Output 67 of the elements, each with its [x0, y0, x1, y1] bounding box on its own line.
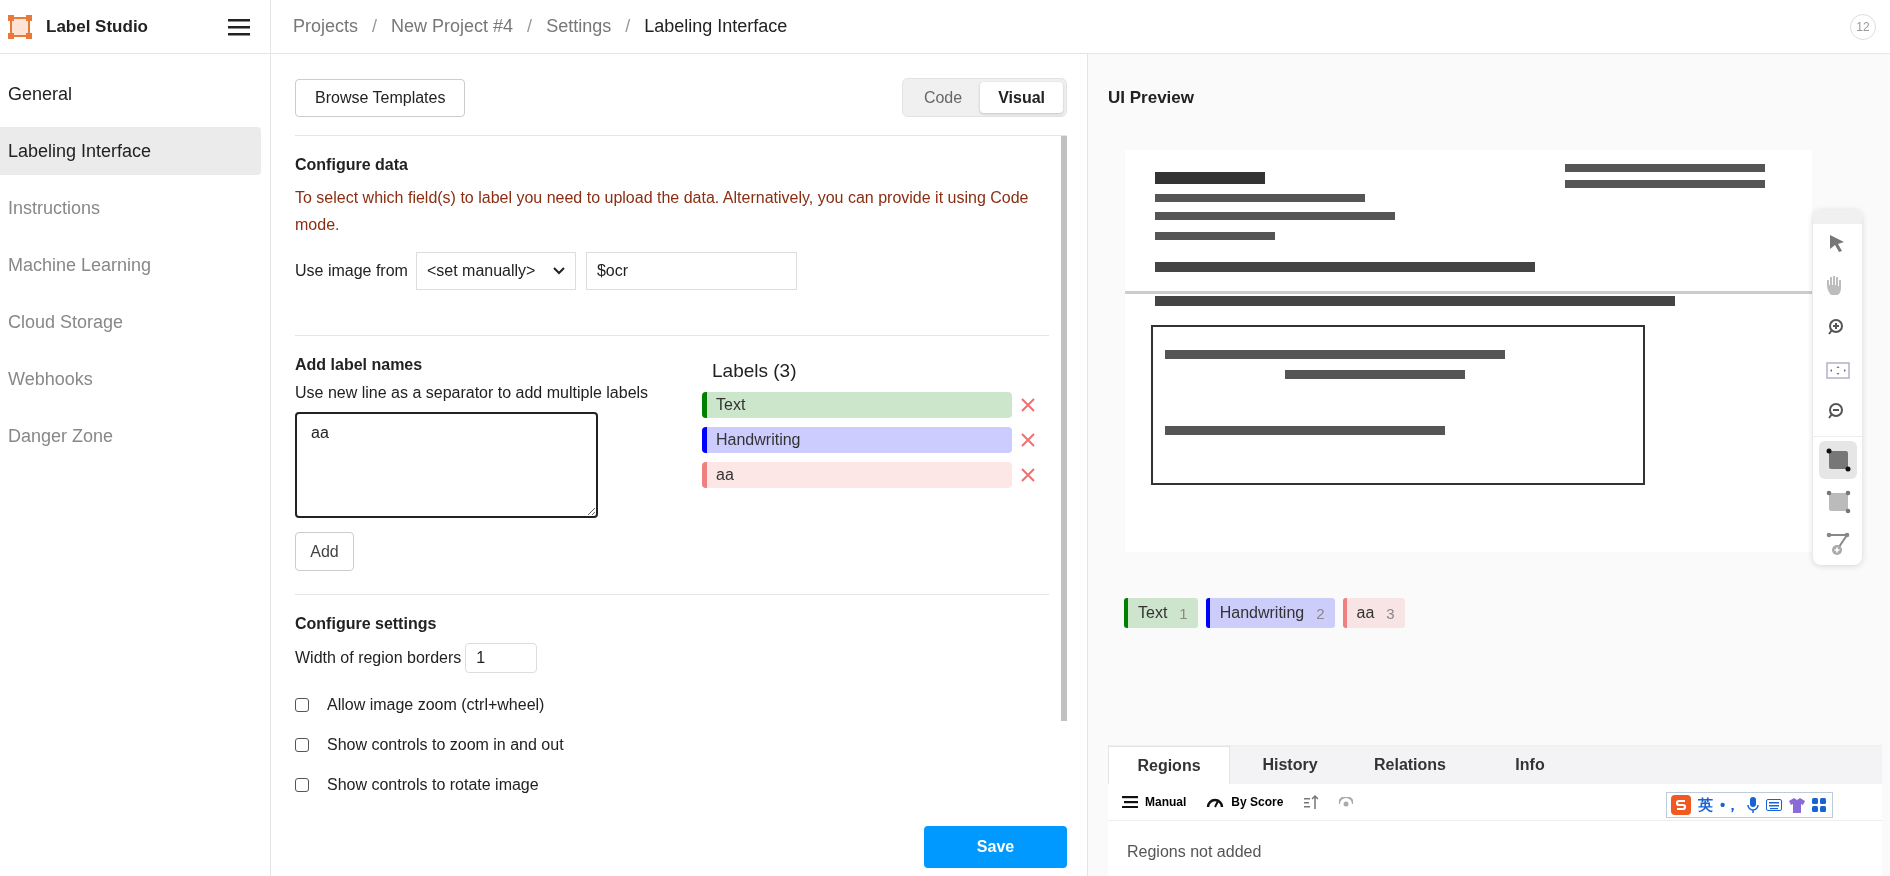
breadcrumb-separator: /	[527, 16, 533, 37]
section-title: Configure data	[295, 156, 409, 174]
input-mode: 英	[1698, 795, 1713, 815]
sidebar-item[interactable]: Labeling Interface	[0, 127, 261, 175]
by-score-button[interactable]: By Score	[1206, 795, 1284, 809]
breadcrumb-link[interactable]: Settings	[546, 16, 612, 37]
rectangle-icon[interactable]	[1818, 441, 1857, 479]
checkbox[interactable]	[295, 698, 309, 712]
checkbox[interactable]	[295, 738, 309, 752]
label-names-field[interactable]: aa	[295, 412, 598, 518]
keyboard-icon	[1766, 799, 1783, 811]
label-chip[interactable]: Text 1	[1124, 598, 1198, 628]
label-chip[interactable]: aa 3	[1342, 598, 1405, 628]
checkbox[interactable]	[295, 778, 309, 792]
hint-text: Use new line as a separator to add multiple labels	[295, 384, 650, 402]
breadcrumb-separator: /	[372, 16, 378, 37]
close-icon[interactable]	[1020, 467, 1036, 483]
section-title: Configure settings	[295, 615, 438, 633]
shirt-icon	[1789, 797, 1806, 813]
section-title: Add label names	[295, 356, 424, 374]
manual-order-button[interactable]: Manual	[1122, 795, 1187, 809]
field-label: Width of region borders	[295, 649, 462, 667]
close-icon[interactable]	[1020, 432, 1036, 448]
list-icon	[1122, 796, 1138, 808]
labels-title: Labels (3)	[712, 360, 798, 382]
mode-tab[interactable]: Code	[905, 82, 981, 113]
punctuation-mode: •，	[1720, 795, 1741, 815]
panel-title: UI Preview	[1108, 88, 1195, 108]
hotkey-number: 1	[1179, 604, 1188, 622]
panel-tab[interactable]: Regions	[1108, 746, 1230, 784]
image-source-select[interactable]: <set manually>	[415, 252, 576, 290]
panel-tab[interactable]: History	[1230, 746, 1350, 784]
microphone-icon	[1747, 797, 1760, 813]
logo-icon	[8, 14, 32, 39]
breadcrumb-separator: /	[625, 16, 631, 37]
border-width-field[interactable]: 1	[465, 643, 538, 673]
label-chip: aa	[702, 462, 1012, 488]
checkbox-label: Show controls to zoom in and out	[327, 736, 564, 754]
empty-message: Regions not added	[1126, 842, 1263, 862]
panel-tab[interactable]: Relations	[1350, 746, 1470, 784]
hotkey-number: 2	[1316, 604, 1325, 622]
chevron-down-icon	[552, 267, 565, 275]
app-name: Label Studio	[46, 16, 148, 37]
description-text: To select which field(s) to label you need to upload the data. Alternatively, you can provide it using Code mode.	[295, 188, 1030, 235]
label-chip: Handwriting	[702, 427, 1012, 453]
add-button[interactable]: Add	[295, 532, 354, 571]
sort-icon[interactable]	[1303, 794, 1320, 810]
breadcrumb-link[interactable]: Projects	[293, 16, 359, 37]
checkbox-label: Show controls to rotate image	[327, 776, 539, 794]
s-logo-icon	[1671, 795, 1691, 815]
image-source-field[interactable]: $ocr	[585, 252, 797, 290]
gauge-icon	[1206, 796, 1225, 808]
grid-icon	[1812, 798, 1827, 812]
browse-templates-button[interactable]: Browse Templates	[295, 78, 466, 117]
sidebar-item[interactable]: General	[0, 70, 261, 118]
hotkey-number: 3	[1386, 604, 1395, 622]
breadcrumb-link[interactable]: New Project #4	[391, 16, 514, 37]
checkbox-label: Allow image zoom (ctrl+wheel)	[327, 696, 545, 714]
label-chip[interactable]: Handwriting 2	[1205, 598, 1335, 628]
eye-icon[interactable]	[1339, 797, 1354, 807]
menu-icon[interactable]	[228, 17, 250, 36]
label-chip: Text	[702, 392, 1012, 418]
panel-tab[interactable]: Info	[1470, 746, 1590, 784]
mode-tab[interactable]: Visual	[980, 82, 1063, 113]
breadcrumb-current: Labeling Interface	[644, 16, 788, 37]
close-icon[interactable]	[1020, 397, 1036, 413]
field-label: Use image from	[295, 262, 408, 280]
